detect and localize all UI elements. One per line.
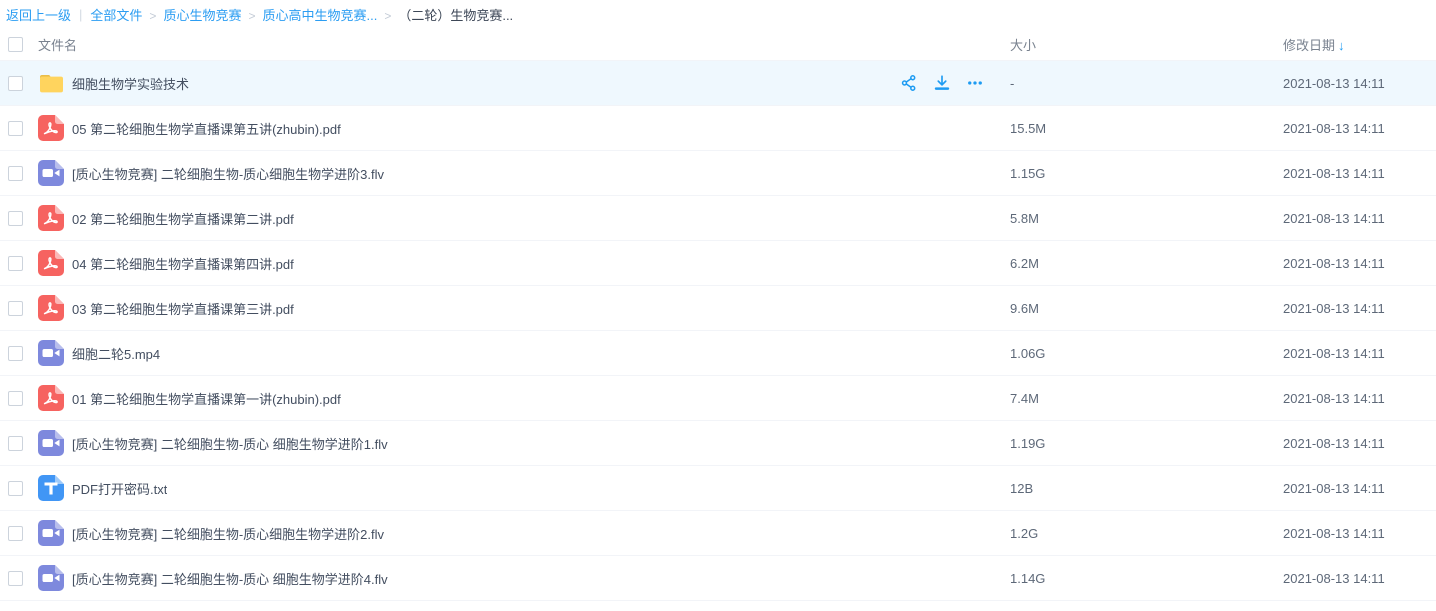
video-icon bbox=[38, 520, 64, 546]
file-date: 2021-08-13 14:11 bbox=[1283, 346, 1436, 361]
file-list-header: 文件名 大小 修改日期↓ bbox=[0, 28, 1436, 61]
breadcrumb-pipe-separator: | bbox=[79, 7, 82, 22]
file-name-link[interactable]: [质心生物竞赛] 二轮细胞生物-质心细胞生物学进阶3.flv bbox=[72, 164, 384, 183]
row-checkbox[interactable] bbox=[8, 76, 23, 91]
table-row[interactable]: [质心生物竞赛] 二轮细胞生物-质心细胞生物学进阶3.flv bbox=[0, 151, 1436, 196]
file-name-link[interactable]: [质心生物竞赛] 二轮细胞生物-质心 细胞生物学进阶4.flv bbox=[72, 569, 388, 588]
file-date: 2021-08-13 14:11 bbox=[1283, 526, 1436, 541]
file-size: 1.2G bbox=[1010, 526, 1283, 541]
file-date: 2021-08-13 14:11 bbox=[1283, 166, 1436, 181]
row-actions bbox=[900, 74, 984, 92]
breadcrumb-back-link[interactable]: 返回上一级 bbox=[6, 5, 71, 24]
column-header-size[interactable]: 大小 bbox=[1010, 35, 1283, 54]
file-name-link[interactable]: PDF打开密码.txt bbox=[72, 479, 167, 498]
row-checkbox[interactable] bbox=[8, 301, 23, 316]
file-size: 5.8M bbox=[1010, 211, 1283, 226]
column-header-date-label: 修改日期 bbox=[1283, 38, 1335, 53]
row-checkbox[interactable] bbox=[8, 121, 23, 136]
file-name-link[interactable]: 02 第二轮细胞生物学直播课第二讲.pdf bbox=[72, 209, 294, 228]
download-icon[interactable] bbox=[933, 74, 951, 92]
table-row[interactable]: 03 第二轮细胞生物学直播课第三讲.pdf bbox=[0, 286, 1436, 331]
file-size: 1.15G bbox=[1010, 166, 1283, 181]
folder-icon bbox=[38, 72, 64, 94]
row-checkbox[interactable] bbox=[8, 211, 23, 226]
select-all-checkbox[interactable] bbox=[8, 37, 23, 52]
row-checkbox[interactable] bbox=[8, 346, 23, 361]
row-checkbox[interactable] bbox=[8, 391, 23, 406]
share-icon[interactable] bbox=[900, 74, 918, 92]
row-checkbox[interactable] bbox=[8, 256, 23, 271]
breadcrumb-separator: > bbox=[149, 9, 156, 23]
file-size: 1.19G bbox=[1010, 436, 1283, 451]
file-date: 2021-08-13 14:11 bbox=[1283, 211, 1436, 226]
pdf-icon bbox=[38, 115, 64, 141]
table-row[interactable]: 细胞生物学实验技术 bbox=[0, 61, 1436, 106]
video-icon bbox=[38, 340, 64, 366]
more-icon[interactable] bbox=[966, 74, 984, 92]
file-size: 1.14G bbox=[1010, 571, 1283, 586]
file-date: 2021-08-13 14:11 bbox=[1283, 301, 1436, 316]
file-date: 2021-08-13 14:11 bbox=[1283, 436, 1436, 451]
row-checkbox[interactable] bbox=[8, 166, 23, 181]
file-date: 2021-08-13 14:11 bbox=[1283, 76, 1436, 91]
table-row[interactable]: PDF打开密码.txt bbox=[0, 466, 1436, 511]
video-icon bbox=[38, 430, 64, 456]
file-list: 细胞生物学实验技术 bbox=[0, 61, 1436, 601]
table-row[interactable]: [质心生物竞赛] 二轮细胞生物-质心 细胞生物学进阶4.flv bbox=[0, 556, 1436, 601]
pdf-icon bbox=[38, 295, 64, 321]
file-date: 2021-08-13 14:11 bbox=[1283, 391, 1436, 406]
row-checkbox[interactable] bbox=[8, 526, 23, 541]
row-checkbox[interactable] bbox=[8, 571, 23, 586]
breadcrumb-items: 全部文件 > 质心生物竞赛 > 质心高中生物竞赛... > （二轮）生物竞赛... bbox=[90, 5, 513, 24]
row-checkbox[interactable] bbox=[8, 436, 23, 451]
pdf-icon bbox=[38, 205, 64, 231]
table-row[interactable]: 02 第二轮细胞生物学直播课第二讲.pdf bbox=[0, 196, 1436, 241]
video-icon bbox=[38, 565, 64, 591]
table-row[interactable]: 04 第二轮细胞生物学直播课第四讲.pdf bbox=[0, 241, 1436, 286]
breadcrumb-current: （二轮）生物竞赛... bbox=[398, 8, 513, 23]
file-name-link[interactable]: 04 第二轮细胞生物学直播课第四讲.pdf bbox=[72, 254, 294, 273]
breadcrumb-separator: > bbox=[248, 9, 255, 23]
column-header-filename[interactable]: 文件名 bbox=[38, 35, 1010, 54]
breadcrumb-link[interactable]: 全部文件 bbox=[90, 8, 142, 23]
video-icon bbox=[38, 160, 64, 186]
sort-descending-icon[interactable]: ↓ bbox=[1338, 38, 1345, 53]
file-date: 2021-08-13 14:11 bbox=[1283, 256, 1436, 271]
breadcrumb-separator: > bbox=[384, 9, 391, 23]
text-file-icon bbox=[38, 475, 64, 501]
file-size: 12B bbox=[1010, 481, 1283, 496]
table-row[interactable]: 细胞二轮5.mp4 bbox=[0, 331, 1436, 376]
file-size: 9.6M bbox=[1010, 301, 1283, 316]
file-date: 2021-08-13 14:11 bbox=[1283, 481, 1436, 496]
table-row[interactable]: 01 第二轮细胞生物学直播课第一讲(zhubin).pdf bbox=[0, 376, 1436, 421]
file-date: 2021-08-13 14:11 bbox=[1283, 121, 1436, 136]
column-header-date[interactable]: 修改日期↓ bbox=[1283, 35, 1436, 54]
file-size: 7.4M bbox=[1010, 391, 1283, 406]
breadcrumb-link[interactable]: 质心生物竞赛 bbox=[163, 8, 241, 23]
file-size: 6.2M bbox=[1010, 256, 1283, 271]
file-name-link[interactable]: 细胞二轮5.mp4 bbox=[72, 344, 160, 363]
file-name-link[interactable]: [质心生物竞赛] 二轮细胞生物-质心 细胞生物学进阶1.flv bbox=[72, 434, 388, 453]
file-size: - bbox=[1010, 76, 1283, 91]
pdf-icon bbox=[38, 250, 64, 276]
table-row[interactable]: [质心生物竞赛] 二轮细胞生物-质心细胞生物学进阶2.flv bbox=[0, 511, 1436, 556]
file-name-link[interactable]: 细胞生物学实验技术 bbox=[72, 74, 189, 93]
table-row[interactable]: 05 第二轮细胞生物学直播课第五讲(zhubin).pdf bbox=[0, 106, 1436, 151]
file-name-link[interactable]: 05 第二轮细胞生物学直播课第五讲(zhubin).pdf bbox=[72, 119, 341, 138]
file-name-link[interactable]: 03 第二轮细胞生物学直播课第三讲.pdf bbox=[72, 299, 294, 318]
pdf-icon bbox=[38, 385, 64, 411]
file-name-link[interactable]: [质心生物竞赛] 二轮细胞生物-质心细胞生物学进阶2.flv bbox=[72, 524, 384, 543]
file-size: 1.06G bbox=[1010, 346, 1283, 361]
file-name-link[interactable]: 01 第二轮细胞生物学直播课第一讲(zhubin).pdf bbox=[72, 389, 341, 408]
file-date: 2021-08-13 14:11 bbox=[1283, 571, 1436, 586]
breadcrumb-link[interactable]: 质心高中生物竞赛... bbox=[262, 8, 377, 23]
table-row[interactable]: [质心生物竞赛] 二轮细胞生物-质心 细胞生物学进阶1.flv bbox=[0, 421, 1436, 466]
file-size: 15.5M bbox=[1010, 121, 1283, 136]
row-checkbox[interactable] bbox=[8, 481, 23, 496]
breadcrumb: 返回上一级 | 全部文件 > 质心生物竞赛 > 质心高中生物竞赛... > （二轮）生物竞赛… bbox=[0, 0, 1436, 28]
